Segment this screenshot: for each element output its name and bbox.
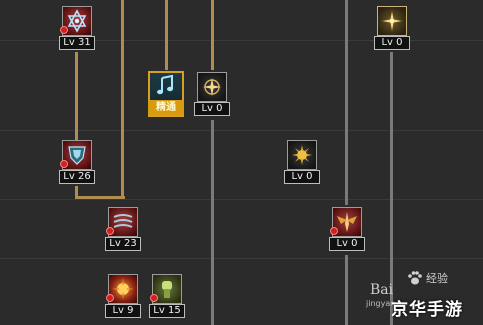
mastery-skill[interactable]: 精通: [148, 71, 184, 117]
skill-level: Lv 31: [59, 36, 95, 50]
grid-line: [0, 199, 483, 200]
skill-level: Lv 0: [374, 36, 410, 50]
skill-slot-2[interactable]: Lv 0: [374, 6, 410, 52]
grid-line: [0, 130, 483, 131]
skill-slot-7[interactable]: Lv 0: [329, 207, 365, 253]
watermark-brand: 京华手游: [391, 300, 463, 320]
grid-line: [0, 258, 483, 259]
skill-level: Lv 0: [329, 237, 365, 251]
link-line: [211, 120, 214, 325]
skill-slot-5[interactable]: Lv 0: [284, 140, 320, 186]
link-line: [165, 0, 168, 70]
skill-level: Lv 26: [59, 170, 95, 184]
compass-star-icon: [377, 6, 407, 36]
skill-level: Lv 0: [194, 102, 230, 116]
skill-slot-9[interactable]: Lv 15: [149, 274, 185, 320]
skill-slot-1[interactable]: Lv 31: [59, 6, 95, 52]
skill-slot-8[interactable]: Lv 9: [105, 274, 141, 320]
skill-slot-3[interactable]: Lv 0: [194, 72, 230, 118]
link-line: [75, 52, 78, 140]
paw-logo-icon: [408, 271, 422, 285]
skill-level: Lv 0: [284, 170, 320, 184]
lock-indicator: [150, 294, 158, 302]
watermark-baidu: Bai: [370, 282, 394, 298]
lock-indicator: [106, 294, 114, 302]
lock-indicator: [60, 26, 68, 34]
lock-indicator: [106, 227, 114, 235]
watermark-sub: 经验: [426, 272, 448, 285]
skill-level: Lv 23: [105, 237, 141, 251]
skill-level: Lv 15: [149, 304, 185, 318]
skill-slot-4[interactable]: Lv 26: [59, 140, 95, 186]
link-line: [211, 0, 214, 70]
watermark: Bai 经验 jingyan 京华手游: [366, 268, 483, 325]
lock-indicator: [330, 227, 338, 235]
lock-indicator: [60, 160, 68, 168]
skill-tree: Lv 31 Lv 0 精通 Lv 0 Lv 26 Lv 0 Lv 23 Lv 0…: [0, 0, 483, 325]
link-line: [75, 196, 125, 199]
skill-level: Lv 9: [105, 304, 141, 318]
link-line: [345, 255, 348, 325]
music-note-icon: [157, 74, 173, 95]
link-line: [121, 0, 124, 199]
mastery-label: 精通: [148, 100, 184, 115]
gold-sun-icon: [287, 140, 317, 170]
starburst-icon: [197, 72, 227, 102]
link-line: [345, 0, 348, 205]
skill-slot-6[interactable]: Lv 23: [105, 207, 141, 253]
